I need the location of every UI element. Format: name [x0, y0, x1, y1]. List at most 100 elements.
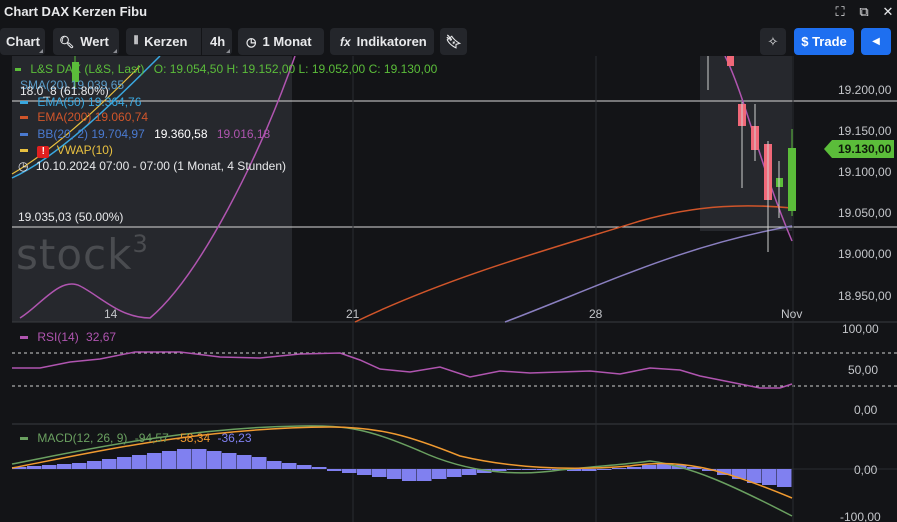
- time-tick: 21: [346, 307, 360, 321]
- trade-button[interactable]: $ Trade: [794, 28, 854, 55]
- watermark-sup: 3: [132, 230, 149, 258]
- rsi-tick: 50,00: [848, 363, 879, 377]
- macd-histogram: [12, 449, 792, 487]
- histogram-bar: [777, 469, 792, 487]
- title-bar: Chart DAX Kerzen Fibu ⛶ ⧉ ✕: [0, 0, 897, 24]
- legend-vwap: ! VWAP(10): [20, 143, 113, 158]
- legend-fib50: 19.035,03 (50.00%): [18, 210, 123, 224]
- collapse-panel-button[interactable]: ◀: [861, 28, 891, 55]
- period-button[interactable]: ◷ 1 Monat: [238, 28, 324, 55]
- fib50-label: 19.035,03 (50.00%): [18, 210, 124, 224]
- chart-area[interactable]: [0, 56, 897, 522]
- histogram-bar: [612, 468, 627, 469]
- histogram-bar: [372, 469, 387, 477]
- legend-instrument: L&S DAX (L&S, Last) O: 19.054,50 H: 19.1…: [15, 62, 437, 76]
- histogram-bar: [252, 457, 267, 469]
- legend-bb: BB(20, 2) 19.704,97 19.360,58 19.016,18: [20, 127, 270, 141]
- candle: [727, 56, 734, 66]
- function-icon: fx: [340, 34, 351, 49]
- interval-label: 4h: [210, 34, 226, 49]
- search-value-button[interactable]: 🔍︎ Wert: [53, 28, 119, 55]
- histogram-bar: [162, 451, 177, 469]
- bb-label: BB(20, 2) 19.704,97: [37, 127, 145, 141]
- price-tick: 19.100,00: [838, 165, 892, 179]
- stock3-watermark: stock3: [16, 230, 149, 279]
- chart-menu-label: Chart: [6, 34, 40, 49]
- histogram-bar: [282, 463, 297, 469]
- histogram-bar: [267, 461, 282, 469]
- histogram-bar: [537, 469, 552, 470]
- histogram-bar: [132, 455, 147, 469]
- histogram-bar: [87, 461, 102, 469]
- hist-value: -36,23: [217, 431, 252, 445]
- histogram-bar: [447, 469, 462, 477]
- price-tick: 19.150,00: [838, 124, 892, 138]
- clock-icon: ◷: [18, 159, 29, 173]
- histogram-bar: [312, 467, 327, 469]
- histogram-bar: [507, 469, 522, 470]
- histogram-bar: [402, 469, 417, 481]
- search-value-label: Wert: [80, 34, 109, 49]
- histogram-bar: [222, 453, 237, 469]
- magic-wand-button[interactable]: ✧: [760, 28, 786, 55]
- histogram-bar: [432, 469, 447, 479]
- histogram-bar: [492, 469, 507, 471]
- interval-button[interactable]: 4h: [202, 28, 232, 55]
- vwap-swatch: [20, 149, 28, 153]
- signal-value: -58,34: [176, 431, 211, 445]
- histogram-bar: [57, 464, 72, 469]
- current-price-tag: 19.130,00: [824, 140, 894, 158]
- histogram-bar: [72, 463, 87, 469]
- search-icon: 🔍︎: [59, 34, 75, 49]
- histogram-bar: [582, 469, 597, 471]
- bb-low-value: 19.016,18: [216, 127, 271, 141]
- histogram-bar: [192, 449, 207, 469]
- histogram-bar: [327, 469, 342, 471]
- indicators-button[interactable]: fx Indikatoren: [330, 28, 434, 55]
- ema200-swatch: [20, 116, 28, 120]
- fullscreen-icon[interactable]: ⛶: [832, 4, 848, 20]
- price-tick: 19.050,00: [838, 206, 892, 220]
- legend-ema50: EMA(50) 19.364,76: [20, 95, 141, 109]
- bb-mid-value: 19.360,58: [154, 127, 208, 141]
- dropdown-corner-icon: [113, 49, 117, 53]
- rsi-label: RSI(14): [37, 330, 79, 344]
- instrument-swatch: [15, 68, 21, 72]
- histogram-bar: [297, 465, 312, 469]
- legend-date-range: ◷ 10.10.2024 07:00 - 07:00 (1 Monat, 4 S…: [18, 159, 286, 173]
- chart-menu-button[interactable]: Chart: [0, 28, 45, 55]
- histogram-bar: [117, 457, 132, 469]
- bookmark-button[interactable]: 🔖︎: [440, 28, 467, 55]
- window-title: Chart DAX Kerzen Fibu: [4, 4, 148, 19]
- histogram-bar: [27, 466, 42, 469]
- bb-swatch: [20, 133, 28, 137]
- macd-value: -94,57: [134, 431, 169, 445]
- ema50-label: EMA(50) 19.364,76: [37, 95, 142, 109]
- popout-icon[interactable]: ⧉: [856, 4, 872, 20]
- trade-label: $ Trade: [801, 34, 847, 49]
- indicators-label: Indikatoren: [356, 34, 427, 49]
- histogram-bar: [207, 451, 222, 469]
- dropdown-corner-icon: [226, 49, 230, 53]
- period-label: 1 Monat: [262, 34, 312, 49]
- bookmark-icon: 🔖︎: [445, 33, 462, 49]
- time-tick: Nov: [781, 307, 803, 321]
- ema200-label: EMA(200) 19.060,74: [37, 110, 149, 124]
- histogram-bar: [237, 455, 252, 469]
- close-icon[interactable]: ✕: [880, 4, 896, 20]
- rsi-tick: 0,00: [854, 403, 878, 417]
- time-tick: 28: [589, 307, 603, 321]
- histogram-bar: [597, 469, 612, 470]
- histogram-bar: [147, 453, 162, 469]
- macd-swatch: [20, 437, 28, 441]
- warning-icon[interactable]: !: [37, 146, 50, 158]
- instrument-label: L&S DAX (L&S, Last): [30, 62, 145, 76]
- toolbar: Chart 🔍︎ Wert 𝍪 Kerzen 4h ◷ 1 Monat fx I…: [0, 28, 897, 56]
- ohlc-values: O: 19.054,50 H: 19.152,00 L: 19.052,00 C…: [153, 62, 438, 76]
- histogram-bar: [387, 469, 402, 479]
- histogram-bar: [177, 449, 192, 469]
- chart-type-label: Kerzen: [144, 34, 188, 49]
- watermark-text: stock: [16, 230, 133, 279]
- histogram-bar: [522, 469, 537, 470]
- rsi-value: 32,67: [86, 330, 117, 344]
